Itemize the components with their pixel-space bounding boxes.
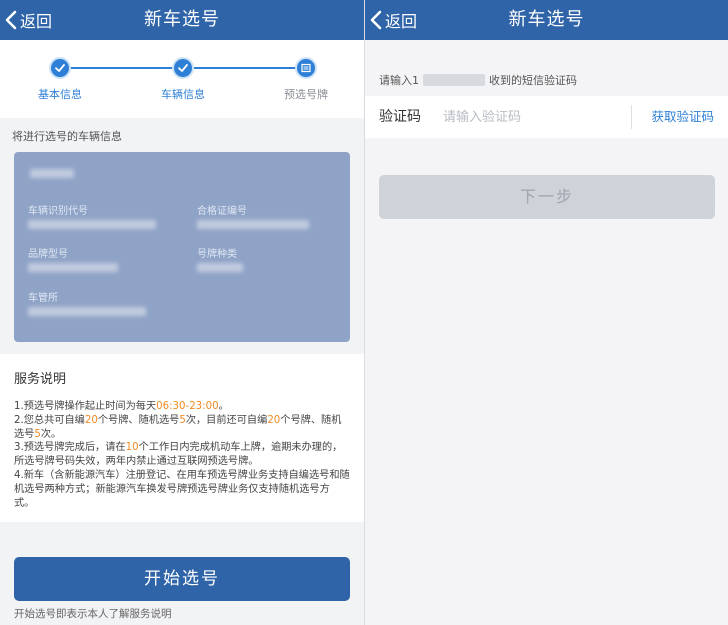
service-title: 服务说明	[14, 372, 67, 387]
rule-2: 2.您总共可自编20个号牌、随机选号5次，目前还可自编20个号牌、随机选号5次。	[14, 414, 342, 440]
sms-prompt-suffix: 收到的短信验证码	[489, 74, 577, 87]
redacted-value	[28, 307, 146, 316]
verification-code-input[interactable]	[443, 104, 623, 130]
progress-stepper: 基本信息 车辆信息 预选号牌	[0, 40, 364, 118]
step-3-label: 预选号牌	[284, 88, 328, 101]
service-description-panel: 服务说明 1.预选号牌操作起止时间为每天06:30-23:00。 2.您总共可自…	[0, 354, 364, 522]
vehicle-section-hint: 将进行选号的车辆信息	[12, 130, 122, 143]
divider	[631, 105, 632, 129]
service-rules-text: 1.预选号牌操作起止时间为每天06:30-23:00。 2.您总共可自编20个号…	[14, 400, 350, 510]
step-2-done-indicator	[172, 57, 194, 79]
vehicle-info-card: 车辆识别代号 合格证编号 品牌型号 号牌种类 车管所	[14, 152, 350, 342]
nav-bar: 返回 新车选号	[0, 0, 364, 40]
step-3-current-indicator	[295, 57, 317, 79]
redacted-value	[197, 263, 243, 272]
rule-3: 3.预选号牌完成后，请在10个工作日内完成机动车上牌，逾期未办理的，所选号牌号码…	[14, 442, 343, 468]
left-phone-screen: 返回 新车选号 基本信息 车辆信息 预选号牌 将进行选号的车辆信息 车辆识别代号…	[0, 0, 364, 625]
step-connector	[183, 67, 306, 69]
check-icon	[178, 64, 188, 72]
page-title: 新车选号	[508, 9, 585, 30]
rule-4: 4.新车（含新能源汽车）注册登记、在用车预选号牌业务支持自编选号和随机选号两种方…	[14, 469, 350, 509]
nav-bar: 返回 新车选号	[365, 0, 728, 40]
redacted-phone-number	[423, 74, 485, 86]
redacted-value	[197, 220, 309, 229]
plate-type-label: 号牌种类	[197, 249, 237, 260]
verification-code-row: 验证码 获取验证码	[365, 96, 728, 138]
cert-number-label: 合格证编号	[197, 206, 247, 217]
page-title: 新车选号	[144, 9, 220, 30]
plate-icon	[301, 63, 311, 73]
right-phone-screen: 返回 新车选号 请输入1 收到的短信验证码 验证码 获取验证码 下一步	[364, 0, 728, 625]
step-2-label: 车辆信息	[161, 88, 205, 101]
sms-prompt: 请输入1 收到的短信验证码	[379, 72, 577, 88]
step-connector	[60, 67, 183, 69]
model-label: 品牌型号	[28, 249, 68, 260]
redacted-value	[30, 169, 74, 178]
rule-1: 1.预选号牌操作起止时间为每天06:30-23:00。	[14, 401, 229, 412]
vin-label: 车辆识别代号	[28, 206, 88, 217]
redacted-value	[28, 220, 156, 229]
get-code-button[interactable]: 获取验证码	[651, 96, 714, 138]
code-label: 验证码	[379, 109, 421, 125]
dmv-office-label: 车管所	[28, 293, 58, 304]
step-1-label: 基本信息	[38, 88, 82, 101]
check-icon	[55, 64, 65, 72]
sms-prompt-prefix: 请输入1	[379, 74, 419, 87]
start-disclaimer: 开始选号即表示本人了解服务说明	[14, 608, 172, 620]
redacted-value	[28, 263, 118, 272]
step-1-done-indicator	[49, 57, 71, 79]
start-selection-button[interactable]: 开始选号	[14, 557, 350, 601]
next-step-button[interactable]: 下一步	[379, 175, 715, 219]
